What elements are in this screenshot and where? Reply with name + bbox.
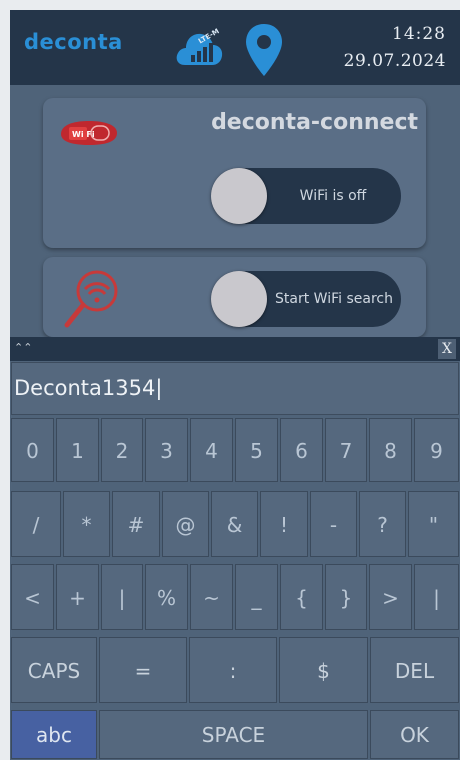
key-row3-8[interactable]: >: [369, 564, 412, 630]
toggle-knob[interactable]: [211, 168, 267, 224]
text-input-field[interactable]: Deconta1354|: [11, 362, 459, 415]
key-row1-0[interactable]: 0: [11, 418, 54, 482]
key-row1-2[interactable]: 2: [101, 418, 143, 482]
clock-time: 14:28: [392, 24, 446, 44]
key-row2-3[interactable]: @: [162, 491, 209, 557]
clock-date: 29.07.2024: [343, 51, 446, 71]
wifi-search-toggle[interactable]: Start WiFi search: [211, 271, 401, 327]
wifi-search-toggle-label: Start WiFi search: [275, 291, 393, 307]
key-row5-2[interactable]: OK: [370, 710, 459, 759]
wifi-toggle-label: WiFi is off: [299, 188, 367, 204]
key-row3-4[interactable]: ~: [190, 564, 233, 630]
key-row1-9[interactable]: 9: [414, 418, 459, 482]
wifi-logo-icon: Wi Fi: [61, 121, 117, 145]
key-row3-9[interactable]: |: [414, 564, 459, 630]
key-row2-8[interactable]: ": [408, 491, 459, 557]
key-row1-7[interactable]: 7: [325, 418, 367, 482]
header-bar: deconta LTE-M 14:28 29.07.2024: [10, 10, 460, 85]
key-row2-0[interactable]: /: [11, 491, 61, 557]
key-row2-7[interactable]: ?: [359, 491, 406, 557]
key-row3-7[interactable]: }: [325, 564, 367, 630]
wifi-toggle[interactable]: WiFi is off: [211, 168, 401, 224]
toggle-knob[interactable]: [211, 271, 267, 327]
collapse-handle-icon[interactable]: ⌃⌃: [14, 341, 40, 357]
on-screen-keyboard: 0 1 2 3 4 5 6 7 8 9/* # @ &! -? " < + |% ~ _{} > | CAPS =: $ DEL a…: [10, 417, 460, 760]
key-row1-8[interactable]: 8: [369, 418, 412, 482]
key-row4-4[interactable]: DEL: [370, 637, 459, 703]
key-row2-1[interactable]: *: [63, 491, 110, 557]
key-row3-6[interactable]: {: [280, 564, 323, 630]
key-row3-3[interactable]: %: [145, 564, 188, 630]
key-row4-3[interactable]: $: [279, 637, 368, 703]
key-row3-1[interactable]: +: [56, 564, 99, 630]
key-row3-5[interactable]: _: [235, 564, 278, 630]
cloud-signal-icon: LTE-M: [176, 27, 223, 65]
wifi-panel: Wi Fi deconta-connect WiFi is off: [43, 98, 426, 248]
panel-title: deconta-connect: [211, 110, 418, 135]
key-row2-4[interactable]: &: [211, 491, 258, 557]
wifi-search-panel: Start WiFi search: [43, 257, 426, 337]
key-row3-0[interactable]: <: [11, 564, 54, 630]
key-row1-5[interactable]: 5: [235, 418, 278, 482]
close-keyboard-button[interactable]: X: [438, 339, 456, 359]
key-row2-6[interactable]: -: [310, 491, 357, 557]
key-row1-1[interactable]: 1: [56, 418, 99, 482]
key-row4-0[interactable]: CAPS: [11, 637, 97, 703]
key-row2-2[interactable]: #: [112, 491, 160, 557]
key-row1-4[interactable]: 4: [190, 418, 233, 482]
key-row3-2[interactable]: |: [101, 564, 143, 630]
location-pin-icon: [246, 24, 282, 76]
key-row4-1[interactable]: =: [99, 637, 187, 703]
key-row2-5[interactable]: !: [260, 491, 308, 557]
key-row5-1[interactable]: SPACE: [99, 710, 368, 759]
wifi-search-icon: [64, 270, 118, 328]
key-row5-0[interactable]: abc: [11, 710, 97, 759]
key-row1-6[interactable]: 6: [280, 418, 323, 482]
key-row1-3[interactable]: 3: [145, 418, 188, 482]
input-toolbar: ⌃⌃ X: [10, 337, 460, 361]
brand-logo: deconta: [24, 30, 123, 54]
device-screen: deconta LTE-M 14:28 29.07.2024 Wi Fi dec…: [10, 10, 460, 760]
key-row4-2[interactable]: :: [189, 637, 277, 703]
